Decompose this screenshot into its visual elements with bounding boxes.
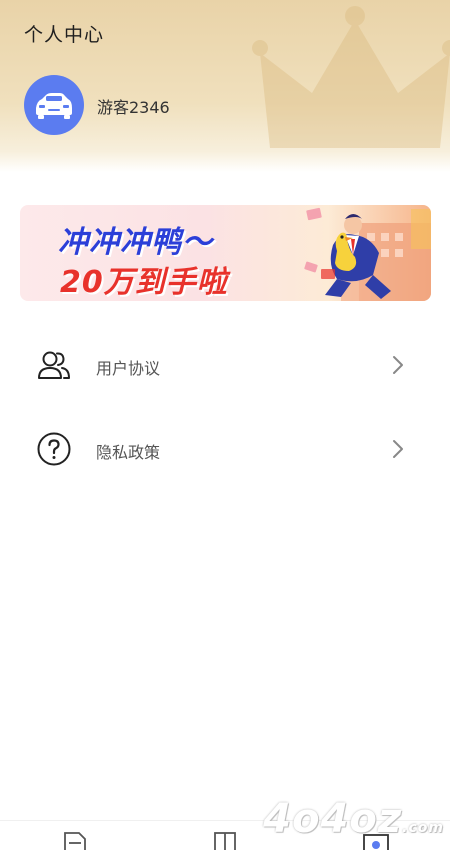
crown-icon [252,6,450,148]
promo-illustration [304,207,431,301]
document-icon[interactable] [61,831,89,850]
book-icon[interactable] [211,831,239,850]
promo-banner[interactable]: 冲冲冲鸭～ 20万到手啦 [20,205,431,301]
avatar[interactable] [24,75,84,135]
profile-header: 个人中心 游客2346 [0,0,450,172]
banner-subheadline: 20万到手啦 [60,265,228,300]
watermark-logo: 4o4oz.com [263,796,444,842]
profile-screen: 个人中心 游客2346 冲冲冲鸭～ 20万到手啦 用户协议 隐私政策 4o4oz… [0,0,450,850]
menu-item-privacy-policy[interactable]: 隐私政策 [0,419,450,479]
question-circle-icon [37,432,71,466]
user-name[interactable]: 游客2346 [97,94,170,118]
menu-item-label: 隐私政策 [96,443,161,462]
page-title: 个人中心 [24,24,105,46]
chevron-right-icon [393,356,403,374]
chevron-right-icon [393,440,403,458]
menu-item-user-agreement[interactable]: 用户协议 [0,335,450,395]
menu-item-label: 用户协议 [96,359,161,378]
users-icon [38,351,70,379]
banner-headline: 冲冲冲鸭～ [58,225,213,260]
car-icon [36,93,72,119]
